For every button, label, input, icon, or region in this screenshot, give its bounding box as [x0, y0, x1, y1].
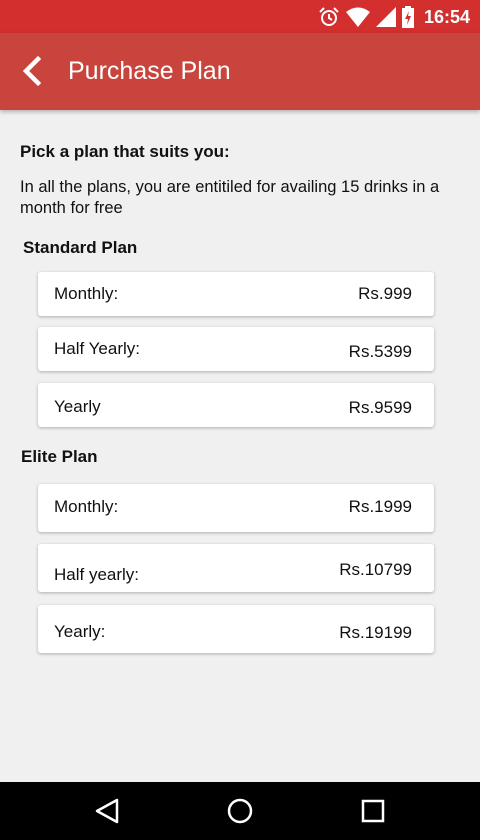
back-triangle-icon [95, 798, 119, 824]
standard-half-yearly-option[interactable]: Half Yearly: Rs.5399 [38, 327, 434, 371]
alarm-icon [319, 7, 339, 26]
battery-icon [401, 6, 414, 28]
home-circle-icon [227, 798, 253, 824]
option-price: Rs.9599 [348, 398, 412, 417]
nav-recents-button[interactable] [358, 796, 388, 826]
elite-monthly-option[interactable]: Monthly: Rs.1999 [38, 484, 434, 532]
option-price: Rs.1999 [348, 497, 412, 516]
clock-time: 16:54 [423, 6, 470, 27]
option-label: Half yearly: [54, 565, 140, 584]
standard-monthly-option[interactable]: Monthly: Rs.999 [38, 272, 434, 316]
option-label: Yearly: [54, 622, 106, 641]
app-bar: Purchase Plan [0, 33, 480, 110]
option-price: Rs.999 [358, 284, 412, 303]
nav-back-button[interactable] [93, 796, 123, 826]
elite-yearly-option[interactable]: Yearly: Rs.19199 [38, 605, 434, 653]
option-label: Monthly: [54, 497, 119, 516]
intro-text: In all the plans, you are entitiled for … [20, 178, 440, 217]
option-price: Rs.10799 [339, 560, 412, 579]
recents-square-icon [361, 799, 385, 823]
status-icons: 16:54 [318, 6, 470, 28]
standard-plan-title: Standard Plan [23, 238, 138, 257]
system-nav-bar [0, 782, 480, 840]
signal-icon [375, 7, 396, 27]
status-bar: 16:54 [0, 0, 480, 33]
back-button[interactable] [14, 53, 50, 89]
chevron-left-icon [22, 55, 42, 87]
page-title: Purchase Plan [68, 57, 231, 85]
elite-plan-title: Elite Plan [21, 447, 98, 466]
elite-half-yearly-option[interactable]: Half yearly: Rs.10799 [38, 544, 434, 592]
option-label: Yearly [54, 397, 101, 416]
option-price: Rs.5399 [348, 342, 412, 361]
nav-home-button[interactable] [225, 796, 255, 826]
intro-heading: Pick a plan that suits you: [20, 142, 230, 161]
option-price: Rs.19199 [339, 623, 412, 642]
option-label: Monthly: [54, 284, 119, 303]
wifi-icon [345, 7, 370, 27]
option-label: Half Yearly: [54, 339, 140, 358]
standard-yearly-option[interactable]: Yearly Rs.9599 [38, 383, 434, 427]
